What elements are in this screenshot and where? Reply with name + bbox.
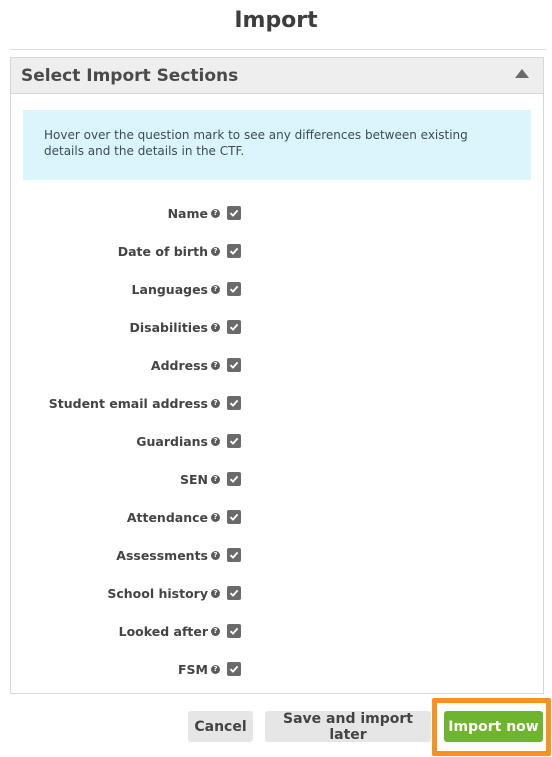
section-checkbox[interactable] (227, 586, 241, 600)
section-label: Date of birth (117, 243, 208, 259)
section-row-attendance: Attendance ? (11, 507, 241, 527)
question-mark-icon[interactable]: ? (211, 436, 220, 446)
section-checkbox[interactable] (227, 282, 241, 296)
checkmark-icon (229, 551, 239, 559)
section-label: Languages (131, 281, 208, 297)
checkmark-icon (229, 361, 239, 369)
section-label: Attendance (126, 509, 208, 525)
section-checkbox[interactable] (227, 662, 241, 676)
checkmark-icon (229, 475, 239, 483)
section-checkbox[interactable] (227, 472, 241, 486)
checkmark-icon (229, 437, 239, 445)
checkmark-icon (229, 627, 239, 635)
section-label: Assessments (116, 547, 208, 563)
checkmark-icon (229, 665, 239, 673)
section-checkbox[interactable] (227, 548, 241, 562)
question-mark-icon[interactable]: ? (211, 474, 220, 484)
section-row-student-email: Student email address ? (11, 393, 241, 413)
import-now-button[interactable]: Import now (444, 711, 543, 742)
save-and-import-later-button[interactable]: Save and import later (265, 711, 431, 743)
caret-up-icon[interactable] (515, 69, 529, 78)
section-row-date-of-birth: Date of birth ? (11, 241, 241, 261)
section-row-name: Name ? (11, 203, 241, 223)
question-mark-icon[interactable]: ? (211, 512, 220, 522)
section-checkbox[interactable] (227, 510, 241, 524)
title-divider (10, 49, 546, 50)
section-label: Name (167, 205, 208, 221)
section-label: Disabilities (129, 319, 208, 335)
section-row-fsm: FSM ? (11, 659, 241, 679)
checkmark-icon (229, 285, 239, 293)
section-row-address: Address ? (11, 355, 241, 375)
section-checkbox[interactable] (227, 624, 241, 638)
question-mark-icon[interactable]: ? (211, 550, 220, 560)
checkmark-icon (229, 513, 239, 521)
checkmark-icon (229, 589, 239, 597)
question-mark-icon[interactable]: ? (211, 208, 220, 218)
section-checkbox[interactable] (227, 320, 241, 334)
dialog-title: Import (234, 8, 318, 33)
section-checkbox[interactable] (227, 206, 241, 220)
section-label: FSM (178, 661, 208, 677)
section-checkbox[interactable] (227, 244, 241, 258)
section-row-sen: SEN ? (11, 469, 241, 489)
checkmark-icon (229, 399, 239, 407)
section-row-school-history: School history ? (11, 583, 241, 603)
panel-header[interactable]: Select Import Sections (11, 58, 543, 94)
section-label: Address (150, 357, 208, 373)
panel-header-label: Select Import Sections (21, 65, 239, 86)
cancel-button[interactable]: Cancel (188, 711, 253, 742)
section-row-assessments: Assessments ? (11, 545, 241, 565)
info-message: Hover over the question mark to see any … (23, 110, 531, 180)
checkmark-icon (229, 247, 239, 255)
checkmark-icon (229, 209, 239, 217)
section-label: Guardians (136, 433, 208, 449)
section-checkbox[interactable] (227, 396, 241, 410)
section-row-looked-after: Looked after ? (11, 621, 241, 641)
question-mark-icon[interactable]: ? (211, 588, 220, 598)
section-label: Student email address (48, 395, 208, 411)
section-checkbox[interactable] (227, 358, 241, 372)
section-label: School history (107, 585, 208, 601)
section-checkbox[interactable] (227, 434, 241, 448)
question-mark-icon[interactable]: ? (211, 398, 220, 408)
question-mark-icon[interactable]: ? (211, 322, 220, 332)
question-mark-icon[interactable]: ? (211, 626, 220, 636)
section-label: SEN (179, 471, 208, 487)
checkmark-icon (229, 323, 239, 331)
question-mark-icon[interactable]: ? (211, 246, 220, 256)
section-label: Looked after (118, 623, 208, 639)
section-row-guardians: Guardians ? (11, 431, 241, 451)
section-row-disabilities: Disabilities ? (11, 317, 241, 337)
question-mark-icon[interactable]: ? (211, 360, 220, 370)
question-mark-icon[interactable]: ? (211, 284, 220, 294)
section-row-languages: Languages ? (11, 279, 241, 299)
import-sections-panel: Select Import Sections Hover over the qu… (10, 57, 544, 694)
question-mark-icon[interactable]: ? (211, 664, 220, 674)
